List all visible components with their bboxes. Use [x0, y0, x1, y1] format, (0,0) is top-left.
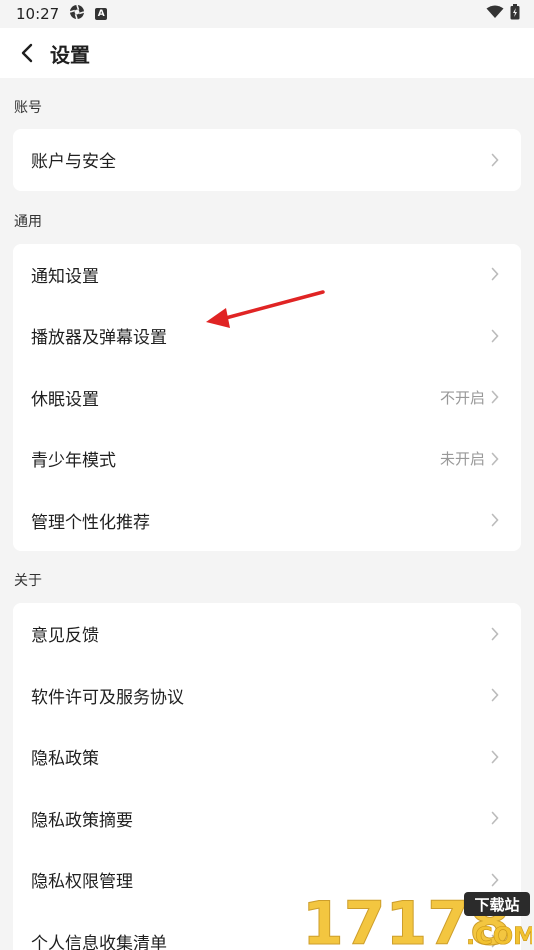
card-general: 通知设置 播放器及弹幕设置 休眠设置 不开启 青少年模式 未开启 管理个性化推荐 — [13, 243, 521, 552]
row-youth-mode[interactable]: 青少年模式 未开启 — [13, 428, 521, 490]
watermark-tag: 下载站 — [474, 896, 519, 914]
row-label: 隐私政策 — [31, 749, 99, 770]
card-account: 账户与安全 — [13, 129, 521, 191]
row-feedback[interactable]: 意见反馈 — [13, 603, 521, 665]
row-label: 管理个性化推荐 — [31, 512, 150, 533]
row-label: 账户与安全 — [31, 152, 116, 173]
chevron-right-icon — [491, 627, 501, 641]
row-notification-settings[interactable]: 通知设置 — [13, 244, 521, 306]
wifi-icon — [486, 5, 504, 23]
chevron-right-icon — [491, 811, 501, 825]
row-label: 播放器及弹幕设置 — [31, 328, 167, 349]
chevron-right-icon — [491, 873, 501, 887]
app-header: 设置 — [0, 28, 534, 78]
row-value: 不开启 — [439, 388, 485, 407]
status-time: 10:27 — [16, 5, 60, 23]
row-label: 青少年模式 — [31, 451, 116, 472]
row-label: 休眠设置 — [31, 389, 99, 410]
row-sleep-settings[interactable]: 休眠设置 不开启 — [13, 367, 521, 429]
chevron-right-icon — [491, 153, 501, 167]
page-title: 设置 — [50, 42, 90, 67]
row-license-agreement[interactable]: 软件许可及服务协议 — [13, 665, 521, 727]
battery-icon — [510, 4, 520, 24]
chevron-left-icon — [21, 43, 33, 63]
row-privacy-policy[interactable]: 隐私政策 — [13, 726, 521, 788]
row-account-security[interactable]: 账户与安全 — [13, 129, 521, 191]
notification-a-icon: A — [95, 8, 108, 20]
row-player-danmaku-settings[interactable]: 播放器及弹幕设置 — [13, 305, 521, 367]
chevron-right-icon — [491, 329, 501, 343]
chevron-right-icon — [491, 513, 501, 527]
row-label: 意见反馈 — [31, 626, 99, 647]
watermark-suffix: .COM — [466, 922, 532, 950]
aperture-icon — [69, 4, 85, 24]
chevron-right-icon — [491, 452, 501, 466]
chevron-right-icon — [491, 688, 501, 702]
row-privacy-summary[interactable]: 隐私政策摘要 — [13, 788, 521, 850]
chevron-right-icon — [491, 390, 501, 404]
back-button[interactable] — [16, 38, 38, 68]
row-label: 隐私政策摘要 — [31, 810, 133, 831]
section-label-about: 关于 — [14, 573, 42, 589]
chevron-right-icon — [491, 750, 501, 764]
row-label: 软件许可及服务协议 — [31, 687, 184, 708]
status-bar: 10:27 A — [0, 0, 534, 28]
row-personalized-recommendation[interactable]: 管理个性化推荐 — [13, 490, 521, 552]
row-value: 未开启 — [439, 450, 485, 469]
chevron-right-icon — [491, 267, 501, 281]
section-label-general: 通用 — [14, 213, 42, 230]
row-label: 通知设置 — [31, 266, 99, 287]
watermark-logo-icon: 17178 下载站 .COM — [302, 889, 533, 950]
section-label-account: 账号 — [14, 100, 42, 116]
